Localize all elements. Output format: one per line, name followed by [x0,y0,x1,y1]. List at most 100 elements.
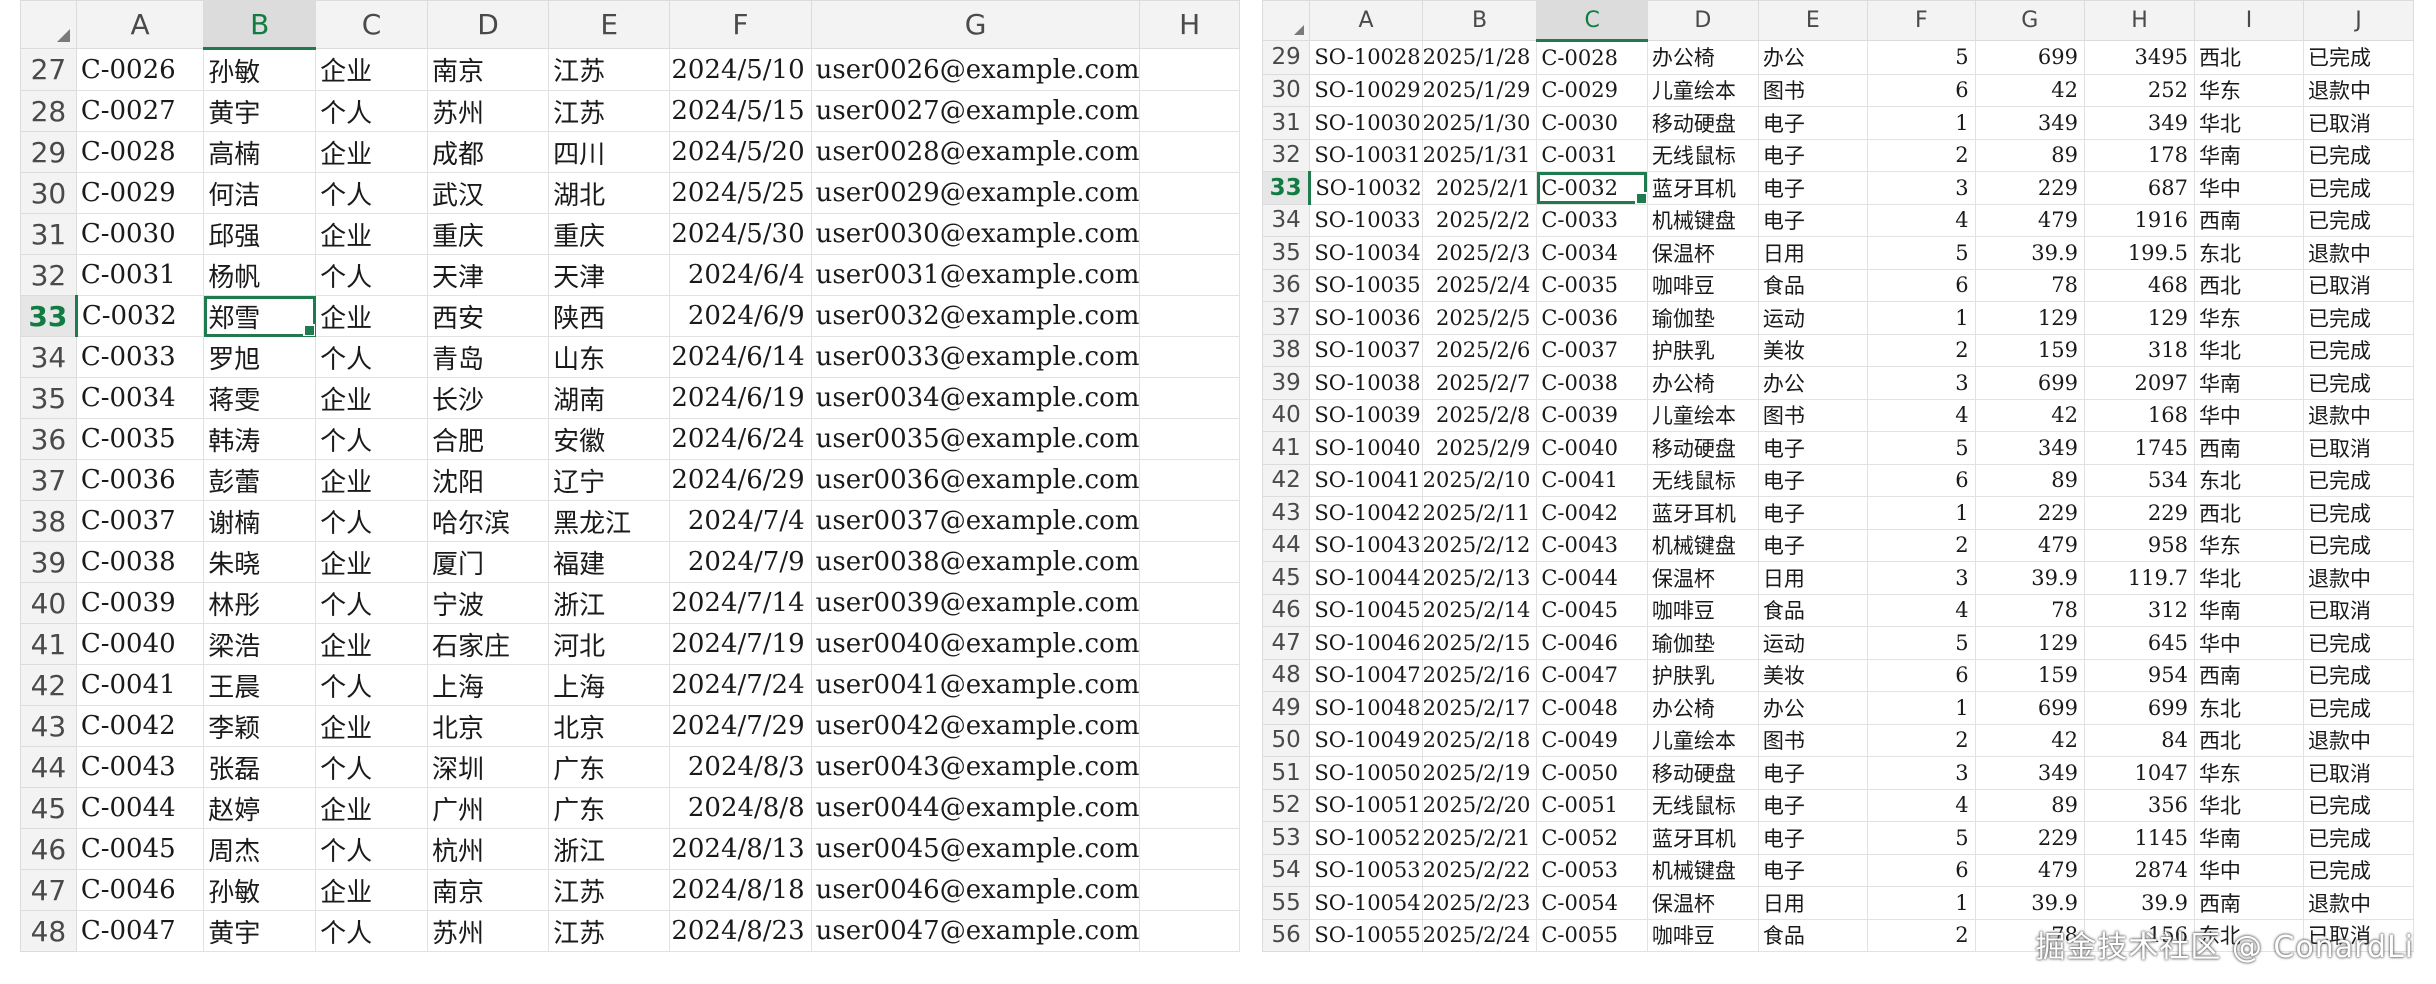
row-header[interactable]: 44 [20,746,77,788]
cell-qty[interactable]: 4 [1866,398,1976,432]
cell-status[interactable]: 已完成 [2302,366,2414,400]
cell-empty[interactable] [1139,172,1240,214]
cell-prov[interactable]: 重庆 [548,213,671,255]
cell-email[interactable]: user0040@example.com [810,623,1141,665]
cell-order[interactable]: SO-10035 [1309,268,1423,302]
column-header-f[interactable]: F [1866,0,1976,41]
column-header-j[interactable]: J [2302,0,2414,41]
cell-name[interactable]: 林彤 [203,582,317,624]
cell-status[interactable]: 已完成 [2302,138,2414,172]
column-header-f[interactable]: F [669,0,812,49]
row-header[interactable]: 45 [20,787,77,829]
cell-prov[interactable]: 山东 [548,336,671,378]
cell-qty[interactable]: 1 [1866,691,1976,725]
cell-product[interactable]: 瑜伽垫 [1646,301,1759,335]
cell-cat[interactable]: 图书 [1757,73,1868,107]
cell-status[interactable]: 已完成 [2302,658,2414,692]
cell-cust[interactable]: C-0037 [1536,333,1648,367]
cell-status[interactable]: 已完成 [2302,528,2414,562]
cell-region[interactable]: 华北 [2193,106,2304,140]
cell-status[interactable]: 已完成 [2302,40,2414,75]
cell-empty[interactable] [1139,869,1240,911]
cell-id[interactable]: C-0044 [75,787,205,829]
cell-qty[interactable]: 5 [1866,626,1976,660]
cell-amount[interactable]: 1916 [2084,203,2195,237]
cell-amount[interactable]: 2097 [2084,366,2195,400]
cell-id[interactable]: C-0039 [75,582,205,624]
cell-cust[interactable]: C-0050 [1536,756,1648,790]
cell-email[interactable]: user0043@example.com [810,746,1141,788]
cell-cust[interactable]: C-0030 [1536,106,1648,140]
row-header[interactable]: 30 [1262,73,1311,107]
cell-price[interactable]: 42 [1974,73,2086,107]
row-header[interactable]: 31 [1262,106,1311,140]
cell-qty[interactable]: 1 [1866,886,1976,920]
column-header-g[interactable]: G [810,0,1141,49]
cell-region[interactable]: 东北 [2193,691,2304,725]
column-header-h[interactable]: H [2084,0,2195,41]
cell-date[interactable]: 2024/8/3 [669,746,812,788]
cell-prov[interactable]: 广东 [548,746,671,788]
cell-type[interactable]: 企业 [315,541,429,583]
cell-region[interactable]: 西南 [2193,203,2304,237]
cell-cust[interactable]: C-0053 [1536,853,1648,887]
row-header[interactable]: 47 [1262,626,1311,660]
cell-email[interactable]: user0035@example.com [810,418,1141,460]
cell-amount[interactable]: 534 [2084,463,2195,497]
cell-product[interactable]: 咖啡豆 [1646,918,1759,952]
cell-status[interactable]: 退款中 [2302,236,2414,270]
cell-cust[interactable]: C-0044 [1536,561,1648,595]
cell-type[interactable]: 企业 [315,131,429,173]
cell-cust[interactable]: C-0036 [1536,301,1648,335]
cell-product[interactable]: 无线鼠标 [1646,788,1759,822]
cell-city[interactable]: 广州 [427,787,550,829]
cell-id[interactable]: C-0043 [75,746,205,788]
row-header[interactable]: 39 [1262,366,1311,400]
cell-cat[interactable]: 日用 [1757,236,1868,270]
cell-order[interactable]: SO-10051 [1309,788,1423,822]
cell-amount[interactable]: 119.7 [2084,561,2195,595]
cell-empty[interactable] [1139,828,1240,870]
row-header[interactable]: 33 [20,295,78,337]
cell-cat[interactable]: 电子 [1757,106,1868,140]
row-header[interactable]: 53 [1262,821,1311,855]
cell-status[interactable]: 已取消 [2302,431,2414,465]
row-header[interactable]: 49 [1262,691,1311,725]
cell-status[interactable]: 退款中 [2302,73,2414,107]
cell-order[interactable]: SO-10038 [1309,366,1423,400]
cell-empty[interactable] [1139,910,1240,952]
cell-date[interactable]: 2024/7/24 [669,664,812,706]
row-header[interactable]: 37 [1262,301,1311,335]
cell-id[interactable]: C-0037 [75,500,205,542]
cell-cat[interactable]: 图书 [1757,398,1868,432]
cell-qty[interactable]: 6 [1866,463,1976,497]
cell-order[interactable]: SO-10034 [1309,236,1423,270]
cell-date[interactable]: 2025/2/5 [1421,301,1538,335]
cell-price[interactable]: 699 [1974,40,2086,75]
cell-email[interactable]: user0030@example.com [810,213,1141,255]
column-header-i[interactable]: I [2193,0,2304,41]
cell-empty[interactable] [1139,418,1240,460]
column-header-g[interactable]: G [1974,0,2086,41]
cell-date[interactable]: 2025/2/15 [1421,626,1538,660]
row-header[interactable]: 54 [1262,853,1311,887]
cell-region[interactable]: 西南 [2193,886,2304,920]
cell-order[interactable]: SO-10045 [1309,593,1423,627]
cell-name[interactable]: 朱晓 [203,541,317,583]
cell-amount[interactable]: 1745 [2084,431,2195,465]
cell-cat[interactable]: 运动 [1757,626,1868,660]
column-header-c[interactable]: C [1536,0,1648,42]
cell-amount[interactable]: 687 [2084,171,2195,205]
cell-date[interactable]: 2025/2/24 [1421,918,1538,952]
cell-prov[interactable]: 辽宁 [548,459,671,501]
cell-name[interactable]: 李颖 [203,705,317,747]
cell-empty[interactable] [1139,500,1240,542]
cell-product[interactable]: 蓝牙耳机 [1646,171,1759,205]
cell-empty[interactable] [1139,213,1240,255]
cell-date[interactable]: 2025/2/16 [1421,658,1538,692]
cell-status[interactable]: 退款中 [2302,723,2414,757]
cell-qty[interactable]: 5 [1866,40,1976,75]
cell-cat[interactable]: 美妆 [1757,333,1868,367]
cell-status[interactable]: 已完成 [2302,821,2414,855]
cell-region[interactable]: 华南 [2193,138,2304,172]
